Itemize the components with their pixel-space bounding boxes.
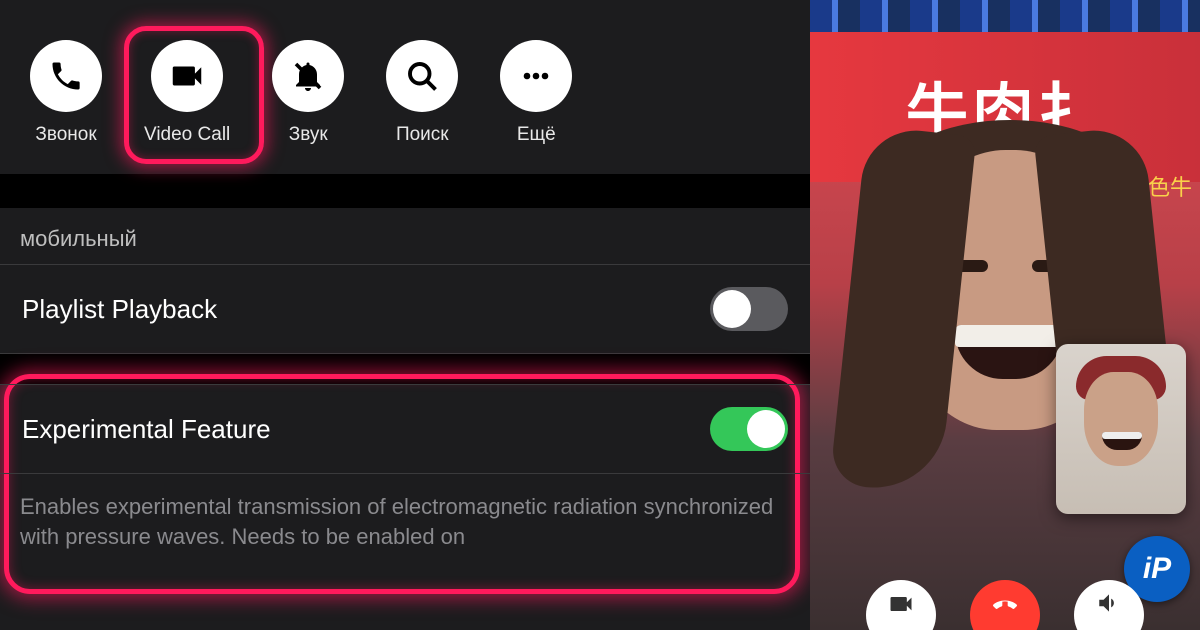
video-call-label: Video Call xyxy=(144,124,230,146)
video-icon xyxy=(151,40,223,112)
more-label: Ещё xyxy=(517,124,556,146)
call-label: Звонок xyxy=(35,124,96,146)
search-icon xyxy=(386,40,458,112)
section-header-mobile: мобильный xyxy=(0,208,810,265)
remote-participant-video xyxy=(840,90,1170,590)
toggle-knob xyxy=(747,410,785,448)
speaker-button[interactable] xyxy=(1074,580,1144,630)
search-label: Поиск xyxy=(396,124,449,146)
end-call-button[interactable] xyxy=(970,580,1040,630)
call-controls xyxy=(810,580,1200,630)
more-icon xyxy=(500,40,572,112)
phone-icon xyxy=(30,40,102,112)
experimental-feature-title: Experimental Feature xyxy=(22,414,271,445)
video-call-view: 牛肉扌 色牛 iP xyxy=(810,0,1200,630)
contact-actions-row: Звонок Video Call Звук Поиск Ещё xyxy=(0,0,810,174)
sound-action[interactable]: Звук xyxy=(272,40,344,146)
camera-toggle-button[interactable] xyxy=(866,580,936,630)
playlist-playback-toggle[interactable] xyxy=(710,287,788,331)
experimental-feature-row[interactable]: Experimental Feature xyxy=(0,384,810,474)
experimental-feature-toggle[interactable] xyxy=(710,407,788,451)
call-action[interactable]: Звонок xyxy=(30,40,102,146)
section-divider xyxy=(0,174,810,208)
neon-lights xyxy=(810,0,1200,34)
experimental-section: Experimental Feature Enables experimenta… xyxy=(0,384,810,561)
sound-label: Звук xyxy=(289,124,328,146)
self-preview-pip[interactable] xyxy=(1056,344,1186,514)
contact-settings-panel: Звонок Video Call Звук Поиск Ещё xyxy=(0,0,810,630)
search-action[interactable]: Поиск xyxy=(386,40,458,146)
toggle-knob xyxy=(713,290,751,328)
bell-off-icon xyxy=(272,40,344,112)
playlist-playback-row[interactable]: Playlist Playback xyxy=(0,265,810,354)
section-divider xyxy=(0,354,810,384)
more-action[interactable]: Ещё xyxy=(500,40,572,146)
playlist-playback-title: Playlist Playback xyxy=(22,294,217,325)
video-call-action[interactable]: Video Call xyxy=(144,40,230,146)
experimental-feature-description: Enables experimental transmission of ele… xyxy=(0,474,810,551)
